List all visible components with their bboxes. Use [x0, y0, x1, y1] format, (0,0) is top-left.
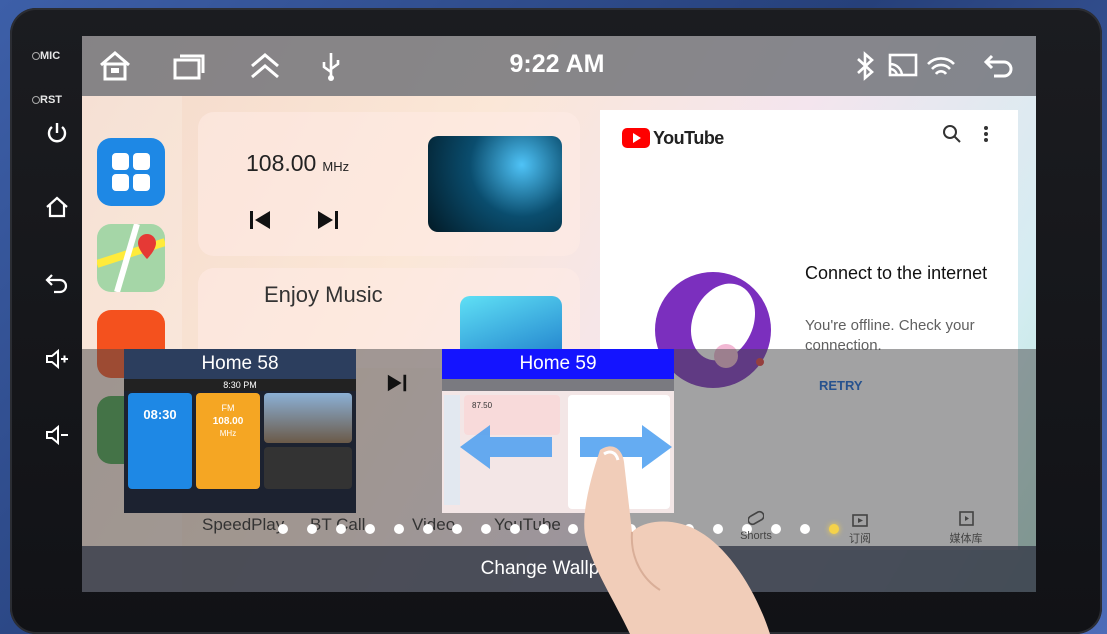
page-dot[interactable] [423, 524, 433, 534]
change-wallpaper-button[interactable]: Change Wallpaper [82, 558, 1036, 580]
status-clock: 9:22 AM [509, 50, 605, 78]
cast-icon [888, 53, 918, 77]
yt-nav-label: 订阅 [849, 533, 871, 545]
page-dot[interactable] [510, 524, 520, 534]
more-options-icon[interactable] [982, 124, 990, 144]
thumb-fm-card: FM 108.00 MHz [196, 393, 260, 489]
library-icon [959, 511, 974, 526]
wireless-icon [927, 57, 955, 75]
thumb-status [442, 379, 674, 391]
app-label-youtube: YouTube [494, 515, 561, 534]
thumb-fm-unit: MHz [219, 429, 237, 438]
back-icon[interactable] [44, 270, 70, 296]
radio-widget[interactable]: 108.00 MHz [198, 112, 580, 256]
maps-app-icon[interactable] [95, 223, 167, 293]
thumb-apps-card [264, 447, 352, 489]
home-icon[interactable] [44, 194, 70, 220]
rst-hole[interactable] [32, 96, 40, 104]
wallpaper-thumb-home-58[interactable]: Home 58 8:30 PM 08:30 FM 108.00 MHz [124, 349, 356, 513]
next-icon[interactable] [386, 372, 408, 394]
search-icon[interactable] [942, 124, 962, 144]
usb-icon [322, 53, 340, 81]
youtube-play-icon [622, 128, 650, 148]
radio-unit: MHz [322, 159, 350, 174]
page-dot[interactable] [307, 524, 317, 534]
previous-icon[interactable] [248, 208, 272, 232]
mic-label: MIC [40, 50, 61, 62]
page-dot[interactable] [336, 524, 346, 534]
yt-nav-subscriptions[interactable]: 订阅 [830, 510, 890, 546]
home-icon[interactable] [98, 50, 132, 82]
page-dot[interactable] [800, 524, 810, 534]
thumb-clock: 08:30 [128, 393, 192, 489]
rst-label: RST [40, 94, 62, 106]
thumb-time: 8:30 PM [124, 379, 356, 391]
bluetooth-icon [857, 51, 874, 81]
subscriptions-icon [852, 514, 868, 527]
youtube-logo: YouTube [622, 126, 724, 150]
app-label-video: Video [412, 515, 456, 534]
page-dot[interactable] [481, 524, 491, 534]
back-icon[interactable] [982, 50, 1016, 82]
volume-down-icon[interactable] [44, 422, 70, 448]
page-dot[interactable] [365, 524, 375, 534]
status-bar: 9:22 AM [82, 36, 1036, 96]
yt-nav-label: 媒体库 [949, 533, 983, 545]
offline-title: Connect to the internet [805, 263, 988, 283]
recent-apps-icon[interactable] [172, 50, 206, 82]
page-dot[interactable] [452, 524, 462, 534]
page-dot[interactable] [278, 524, 288, 534]
thumb-title: Home 59 [442, 349, 674, 379]
power-icon[interactable] [44, 120, 70, 146]
radio-frequency: 108.00 MHz [246, 150, 350, 176]
screen: 9:22 AM 108.00 MHz Enjoy Music YouTube C… [82, 36, 1036, 592]
thumb-fm-label: FM [221, 403, 235, 413]
change-wallpaper-bar[interactable]: Change Wallpaper [82, 546, 1036, 592]
page-dot[interactable] [539, 524, 549, 534]
music-title: Enjoy Music [264, 282, 383, 307]
app-label-speedplay: SpeedPlay [202, 515, 285, 534]
thumb-map-card [264, 393, 352, 443]
thumb-fm-freq: 108.00 [212, 416, 244, 427]
thumb-title: Home 58 [124, 349, 356, 379]
yt-nav-library[interactable]: 媒体库 [936, 510, 996, 546]
volume-up-icon[interactable] [44, 346, 70, 372]
pointing-hand-image [584, 446, 770, 634]
next-icon[interactable] [316, 208, 340, 232]
radio-artwork [428, 136, 562, 232]
apps-grid-icon[interactable] [97, 138, 165, 206]
chevron-up-icon[interactable] [248, 50, 282, 82]
mic-hole [32, 52, 40, 60]
youtube-brand: YouTube [653, 127, 724, 148]
page-dot[interactable] [394, 524, 404, 534]
